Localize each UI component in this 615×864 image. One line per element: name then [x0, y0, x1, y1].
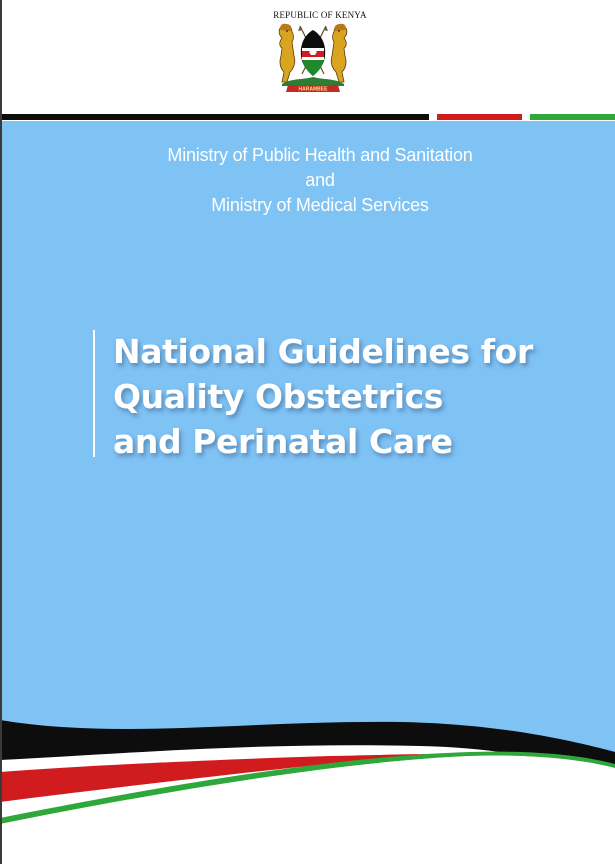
document-title: National Guidelines for Quality Obstetri…: [113, 329, 603, 464]
document-cover: REPUBLIC OF KENYA HARAMBEE Ministry of P…: [0, 0, 615, 864]
ministry-line-3: Ministry of Medical Services: [211, 195, 429, 215]
cover-header: REPUBLIC OF KENYA HARAMBEE: [0, 0, 615, 115]
right-lion-icon: [330, 23, 348, 83]
country-name: REPUBLIC OF KENYA: [273, 10, 367, 20]
title-line-3: and Perinatal Care: [113, 422, 453, 461]
left-lion-icon: [278, 23, 296, 83]
flag-wave-decoration: [0, 720, 615, 864]
green-stripe: [530, 114, 615, 120]
page-left-edge: [0, 0, 2, 864]
ministry-line-2: and: [305, 170, 335, 190]
red-stripe: [437, 114, 522, 120]
ministry-line-1: Ministry of Public Health and Sanitation: [167, 145, 473, 165]
kenya-coat-of-arms-icon: HARAMBEE: [278, 23, 348, 93]
black-stripe: [0, 114, 429, 120]
flag-stripes: [0, 114, 615, 121]
title-accent-bar: [93, 330, 95, 457]
title-line-1: National Guidelines for: [113, 332, 533, 371]
ministry-names: Ministry of Public Health and Sanitation…: [0, 143, 615, 218]
title-line-2: Quality Obstetrics: [113, 377, 444, 416]
motto-text: HARAMBEE: [299, 87, 329, 93]
